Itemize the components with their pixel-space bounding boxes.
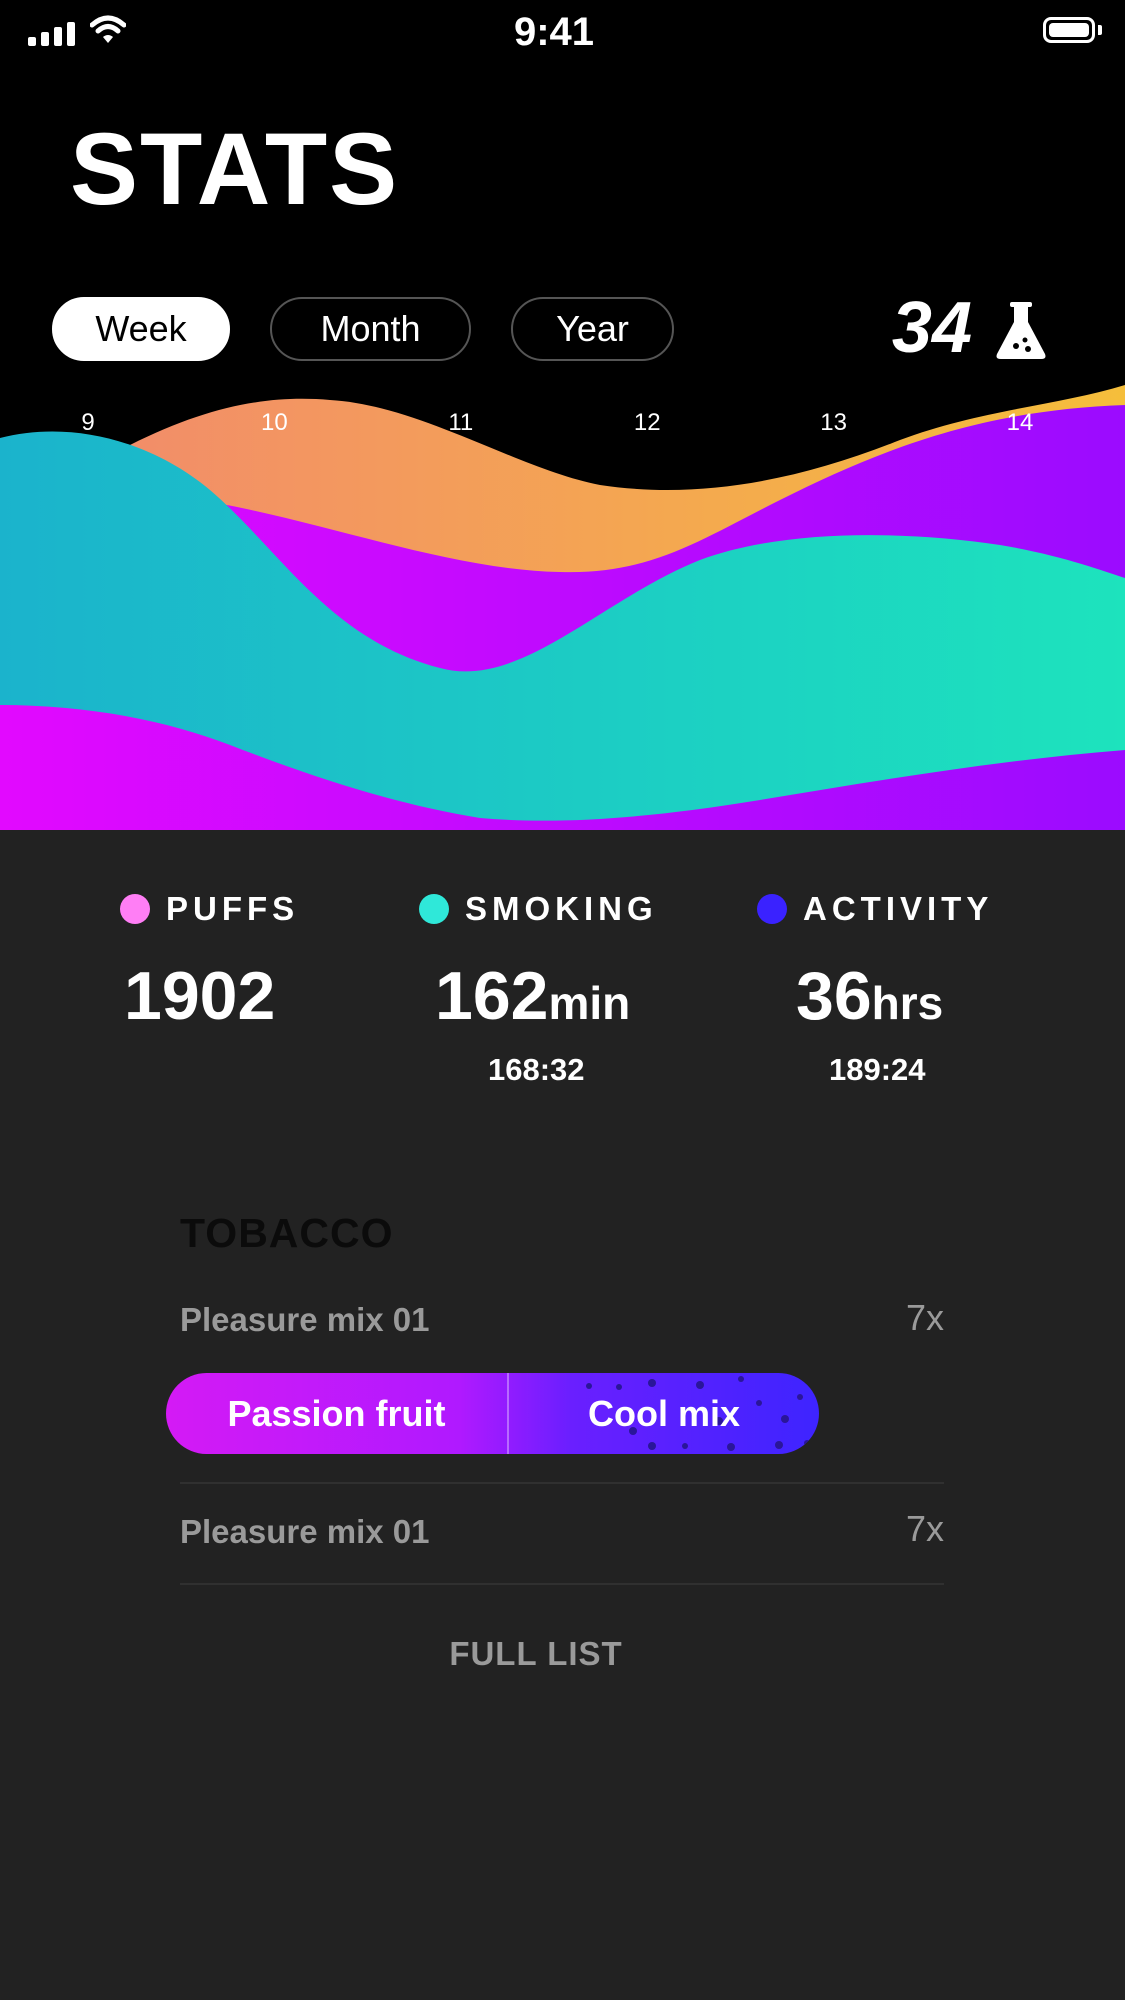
- stat-label: PUFFS: [166, 890, 300, 927]
- stat-number: 162: [435, 958, 549, 1034]
- status-time: 9:41: [513, 10, 595, 54]
- stat-label: SMOKING: [465, 890, 658, 927]
- flavor-cool-mix[interactable]: Cool mix: [509, 1373, 819, 1454]
- puffs-color-dot: [120, 894, 150, 924]
- tobacco-item-name[interactable]: Pleasure mix 01: [180, 1513, 430, 1551]
- section-title-tobacco: TOBACCO: [180, 1210, 394, 1256]
- area-chart: 9 10 11 12 13 14: [0, 385, 1125, 830]
- x-tick-label: 10: [261, 409, 288, 436]
- battery-cap: [1098, 25, 1102, 35]
- count-value: 34: [891, 288, 972, 368]
- tobacco-item-count: 7x: [905, 1508, 944, 1549]
- flask-icon: [996, 302, 1046, 359]
- x-tick-label: 14: [1007, 409, 1034, 436]
- tab-year[interactable]: Year: [511, 297, 674, 361]
- tab-month[interactable]: Month: [270, 297, 471, 361]
- list-divider: [180, 1583, 944, 1585]
- activity-value: 36hrs: [796, 962, 943, 1030]
- activity-sub-value: 189:24: [829, 1052, 926, 1087]
- smoking-sub-value: 168:32: [488, 1052, 585, 1087]
- stat-number: 36: [796, 958, 872, 1034]
- battery-icon: [1043, 17, 1095, 43]
- smoking-value: 162min: [435, 962, 630, 1030]
- smoking-color-dot: [419, 894, 449, 924]
- tobacco-item-name[interactable]: Pleasure mix 01: [180, 1301, 430, 1339]
- stat-label: ACTIVITY: [803, 890, 994, 927]
- x-tick-label: 13: [820, 409, 847, 436]
- stat-activity: ACTIVITY: [757, 890, 993, 928]
- page-title: STATS: [70, 112, 400, 226]
- stat-number: 1902: [124, 958, 276, 1034]
- stat-puffs: PUFFS: [120, 890, 299, 928]
- stat-unit: min: [548, 977, 631, 1029]
- flavor-pill[interactable]: Passion fruit Cool mix: [166, 1373, 819, 1454]
- list-divider: [180, 1482, 944, 1484]
- stat-unit: hrs: [871, 977, 944, 1029]
- x-tick-label: 12: [634, 409, 661, 436]
- tab-week[interactable]: Week: [52, 297, 230, 361]
- puffs-value: 1902: [124, 962, 275, 1030]
- tobacco-item-count: 7x: [905, 1297, 944, 1338]
- flavor-passion-fruit[interactable]: Passion fruit: [166, 1373, 507, 1454]
- stat-smoking: SMOKING: [419, 890, 658, 928]
- x-tick-label: 11: [448, 409, 473, 436]
- status-bar: 9:41: [0, 0, 1125, 64]
- x-tick-label: 9: [81, 409, 94, 436]
- full-list-button[interactable]: FULL LIST: [0, 1635, 1072, 1673]
- activity-color-dot: [757, 894, 787, 924]
